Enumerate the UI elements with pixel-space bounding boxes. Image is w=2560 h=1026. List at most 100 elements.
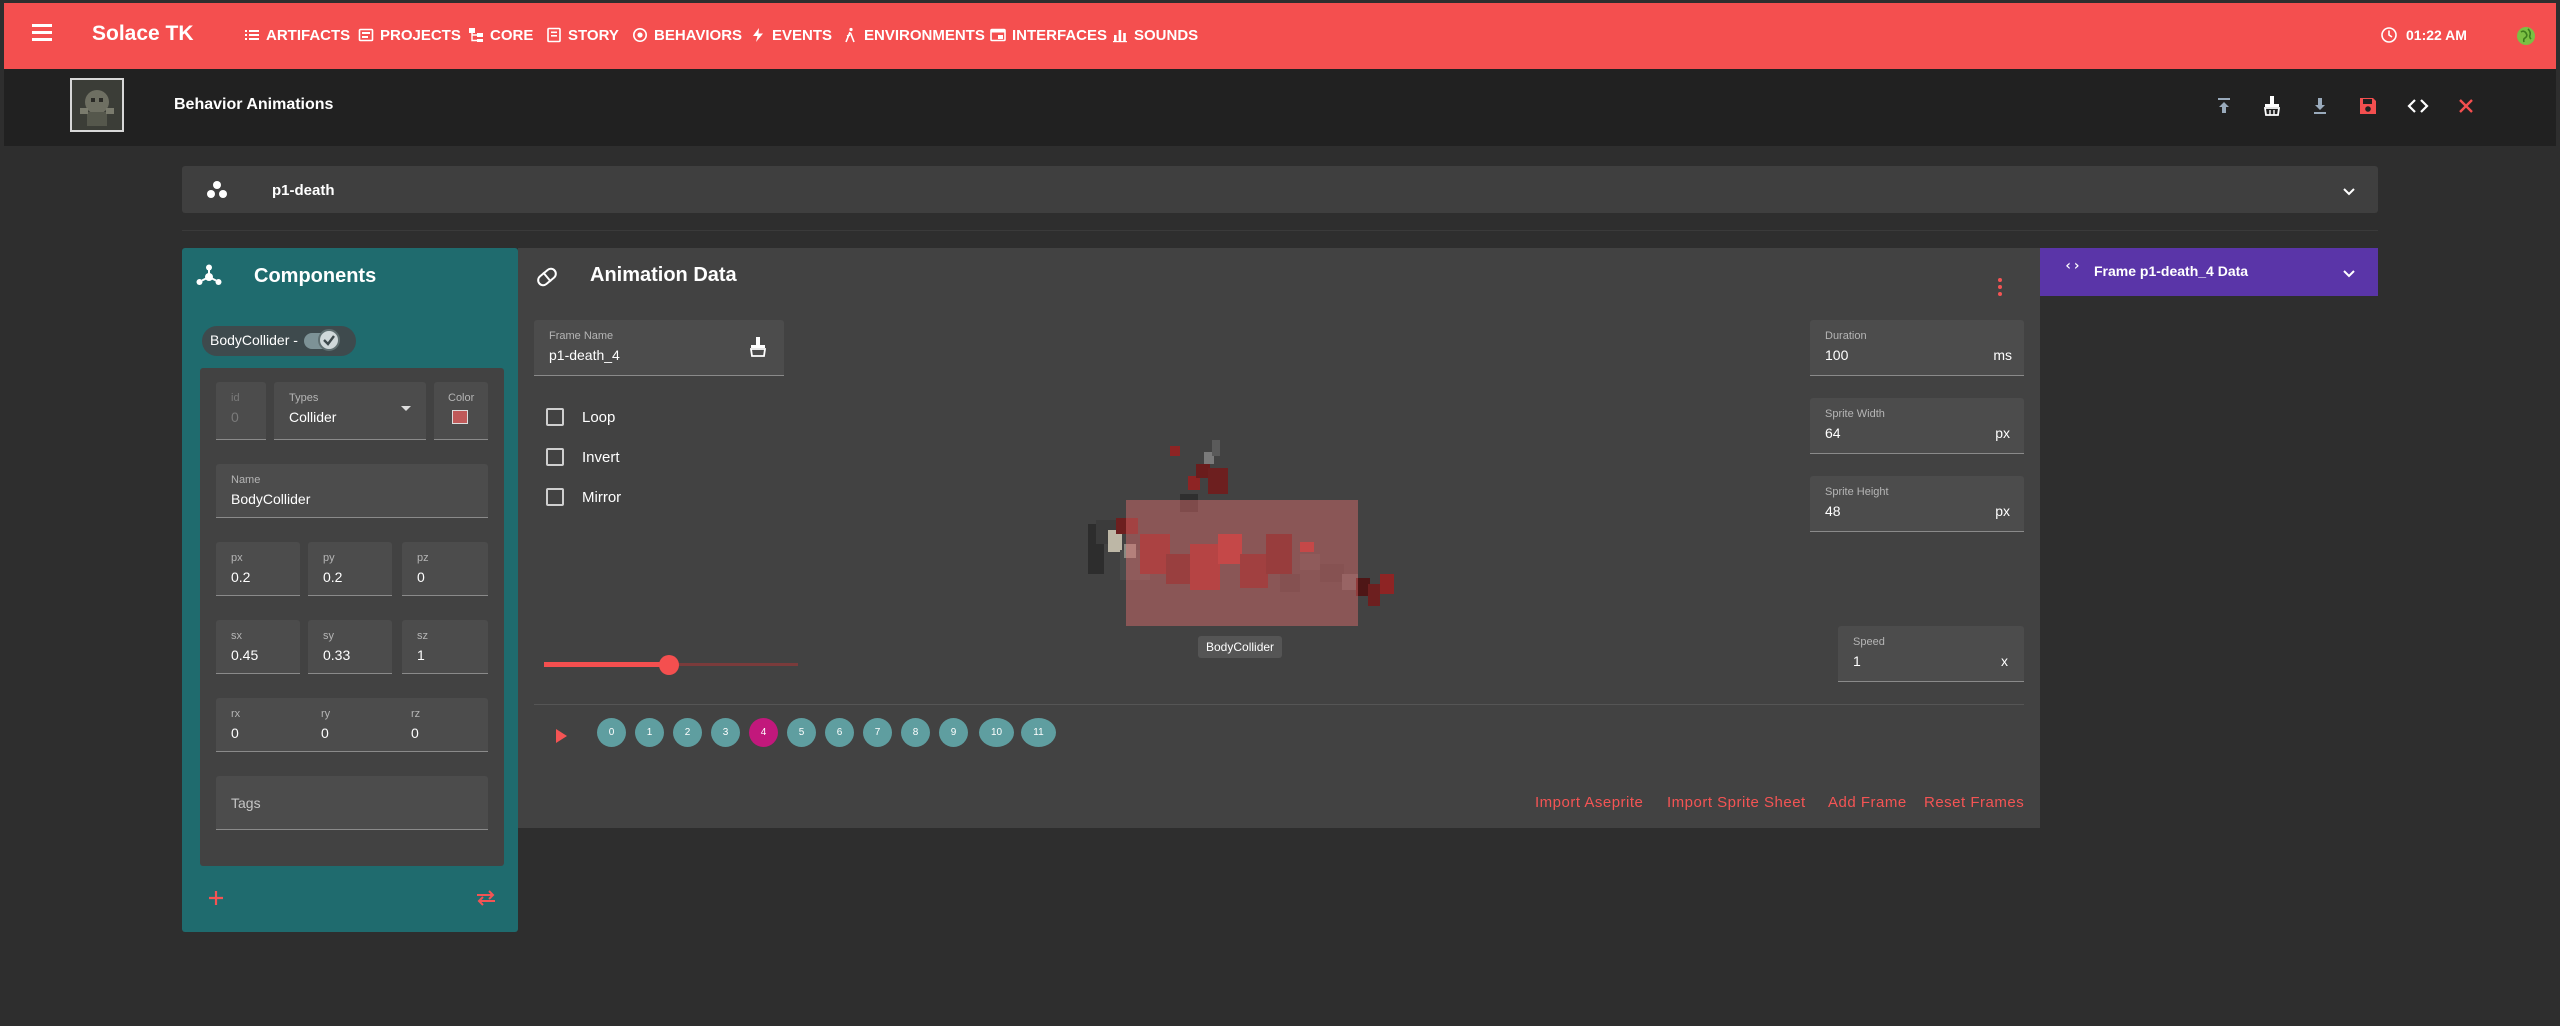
frame-button[interactable]: 4 — [749, 718, 778, 747]
frame-button[interactable]: 3 — [711, 718, 740, 747]
pz-field[interactable]: pz 0 — [402, 542, 488, 596]
px-field[interactable]: px 0.2 — [216, 542, 300, 596]
frame-slider-thumb[interactable] — [659, 655, 679, 675]
save-button[interactable] — [2354, 92, 2382, 120]
more-vert-icon[interactable] — [1990, 276, 2010, 298]
upload-button[interactable] — [2210, 92, 2238, 120]
name-field[interactable]: Name BodyCollider — [216, 464, 488, 518]
book-icon — [547, 27, 561, 43]
frame-button[interactable]: 8 — [901, 718, 930, 747]
field-value: 0.45 — [231, 647, 259, 663]
nav-label: STORY — [568, 26, 619, 44]
field-value: 0 — [411, 725, 419, 741]
close-button[interactable] — [2452, 92, 2480, 120]
checkbox-box[interactable] — [546, 448, 564, 466]
behavior-avatar — [70, 78, 124, 132]
frame-button[interactable]: 5 — [787, 718, 816, 747]
nav-label: CORE — [490, 26, 534, 44]
duration-field[interactable]: Duration 100 ms — [1810, 320, 2024, 376]
import-sprite-sheet-button[interactable]: Import Sprite Sheet — [1667, 794, 1806, 811]
nav-sounds[interactable]: SOUNDS — [1112, 24, 1198, 46]
nav-projects[interactable]: PROJECTS — [358, 24, 461, 46]
field-value: 100 — [1825, 347, 1849, 363]
loop-checkbox[interactable]: Loop — [546, 405, 615, 429]
play-icon[interactable] — [552, 726, 570, 746]
nav-label: EVENTS — [772, 26, 833, 44]
bolt-icon — [753, 28, 763, 42]
frame-button[interactable]: 6 — [825, 718, 854, 747]
sx-field[interactable]: sx 0.45 — [216, 620, 300, 674]
add-icon[interactable] — [206, 888, 226, 908]
field-value: BodyCollider — [231, 491, 311, 507]
nav-artifacts[interactable]: ARTIFACTS — [244, 24, 350, 46]
nav-events[interactable]: EVENTS — [750, 24, 832, 46]
page-title: Behavior Animations — [174, 96, 334, 113]
field-placeholder: Tags — [231, 795, 261, 811]
collider-overlay[interactable] — [1126, 500, 1358, 626]
upload-icon — [2218, 98, 2230, 113]
clean-button[interactable] — [2258, 92, 2286, 120]
field-value: 1 — [1853, 653, 1861, 669]
reset-frames-button[interactable]: Reset Frames — [1924, 794, 2024, 811]
behavior-selector[interactable] — [182, 166, 2378, 213]
field-label: sy — [323, 630, 334, 642]
color-field[interactable]: Color — [434, 382, 488, 440]
ry-field[interactable]: ry 0 — [306, 698, 396, 752]
sz-field[interactable]: sz 1 — [402, 620, 488, 674]
chevron-down-icon[interactable] — [2340, 182, 2358, 200]
frame-name-field[interactable]: Frame Name p1-death_4 — [534, 320, 784, 376]
import-aseprite-button[interactable]: Import Aseprite — [1535, 794, 1643, 811]
menu-icon[interactable] — [30, 22, 56, 44]
save-icon — [2360, 98, 2376, 114]
frame-button[interactable]: 7 — [863, 718, 892, 747]
field-label: Sprite Width — [1825, 408, 1885, 420]
rx-field[interactable]: rx 0 — [216, 698, 306, 752]
chevron-down-icon[interactable] — [2340, 264, 2358, 282]
field-value: 0.2 — [323, 569, 343, 585]
rz-field[interactable]: rz 0 — [396, 698, 488, 752]
frame-button[interactable]: 0 — [597, 718, 626, 747]
invert-checkbox[interactable]: Invert — [546, 445, 620, 469]
frame-button[interactable]: 10 — [979, 718, 1014, 747]
swap-icon[interactable] — [474, 888, 498, 908]
list-icon — [245, 30, 259, 40]
checkbox-box[interactable] — [546, 488, 564, 506]
download-button[interactable] — [2306, 92, 2334, 120]
types-select[interactable]: Types Collider — [274, 382, 426, 440]
sprite-height-field[interactable]: Sprite Height 48 px — [1810, 476, 2024, 532]
frame-button[interactable]: 11 — [1021, 718, 1056, 747]
code-icon — [2407, 99, 2429, 113]
nav-environments[interactable]: ENVIRONMENTS — [842, 24, 985, 46]
checkbox-box[interactable] — [546, 408, 564, 426]
field-value: 0 — [417, 569, 425, 585]
color-swatch[interactable] — [452, 410, 468, 424]
nav-core[interactable]: CORE — [468, 24, 533, 46]
nav-behaviors[interactable]: BEHAVIORS — [632, 24, 742, 46]
toggle-knob[interactable] — [318, 329, 340, 351]
group-icon — [207, 181, 227, 198]
clock-icon — [2381, 27, 2397, 43]
nav-story[interactable]: STORY — [546, 24, 619, 46]
frame-button[interactable]: 9 — [939, 718, 968, 747]
code-button[interactable] — [2404, 92, 2432, 120]
clean-icon[interactable] — [748, 336, 768, 358]
tags-field[interactable]: Tags — [216, 776, 488, 830]
sprite-width-field[interactable]: Sprite Width 64 px — [1810, 398, 2024, 454]
id-field[interactable]: id 0 — [216, 382, 266, 440]
frame-button[interactable]: 1 — [635, 718, 664, 747]
collider-tooltip: BodyCollider — [1198, 636, 1283, 658]
add-frame-button[interactable]: Add Frame — [1828, 794, 1907, 811]
mirror-checkbox[interactable]: Mirror — [546, 485, 621, 509]
field-value: 0.33 — [323, 647, 351, 663]
nav-interfaces[interactable]: INTERFACES — [990, 24, 1107, 46]
py-field[interactable]: py 0.2 — [308, 542, 392, 596]
frame-button[interactable]: 2 — [673, 718, 702, 747]
unit-suffix: ms — [1993, 347, 2012, 363]
speed-field[interactable]: Speed 1 x — [1838, 626, 2024, 682]
download-icon — [2314, 98, 2326, 114]
globe-icon[interactable] — [2516, 26, 2536, 46]
unit-suffix: px — [1995, 503, 2010, 519]
sy-field[interactable]: sy 0.33 — [308, 620, 392, 674]
field-label: id — [231, 392, 240, 404]
window-icon — [990, 28, 1006, 42]
